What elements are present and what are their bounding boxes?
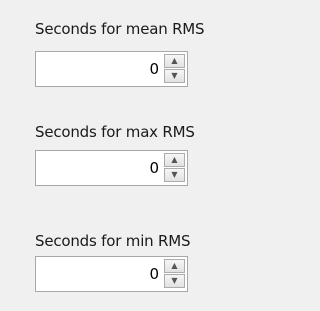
mean-rms-spin-buttons: ▲ ▼ (164, 54, 185, 84)
max-rms-decrement-arrow-icon[interactable]: ▼ (164, 168, 185, 182)
min-rms-spin-buttons: ▲ ▼ (164, 259, 185, 289)
mean-rms-label: Seconds for mean RMS (35, 20, 205, 38)
min-rms-spinbox[interactable]: 0 ▲ ▼ (35, 256, 188, 292)
mean-rms-decrement-arrow-icon[interactable]: ▼ (164, 69, 185, 83)
mean-rms-increment-arrow-icon[interactable]: ▲ (164, 54, 185, 68)
min-rms-value[interactable]: 0 (149, 257, 159, 291)
max-rms-value[interactable]: 0 (149, 151, 159, 185)
min-rms-label: Seconds for min RMS (35, 232, 191, 250)
min-rms-increment-arrow-icon[interactable]: ▲ (164, 259, 185, 273)
max-rms-label: Seconds for max RMS (35, 123, 195, 141)
mean-rms-spinbox[interactable]: 0 ▲ ▼ (35, 51, 188, 87)
max-rms-spinbox[interactable]: 0 ▲ ▼ (35, 150, 188, 186)
max-rms-spin-buttons: ▲ ▼ (164, 153, 185, 183)
max-rms-increment-arrow-icon[interactable]: ▲ (164, 153, 185, 167)
min-rms-decrement-arrow-icon[interactable]: ▼ (164, 274, 185, 288)
mean-rms-value[interactable]: 0 (149, 52, 159, 86)
